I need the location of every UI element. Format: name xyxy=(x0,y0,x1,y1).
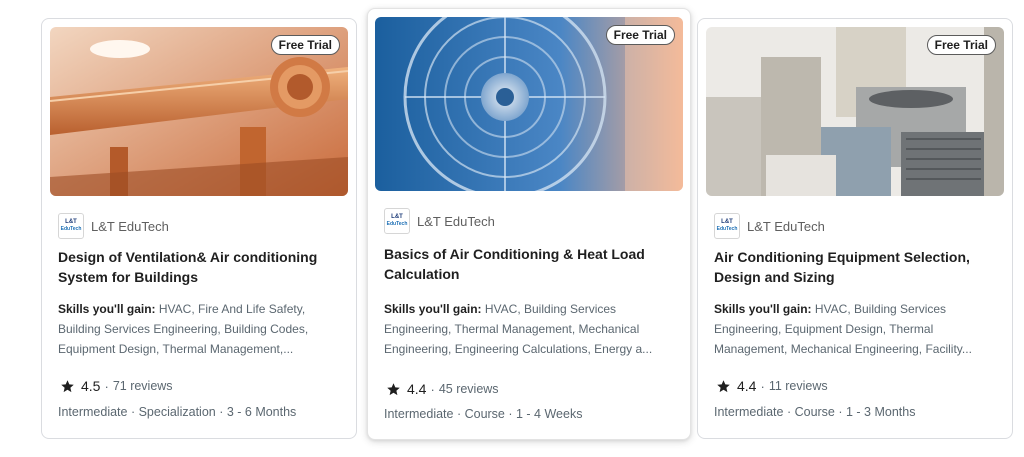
free-trial-badge: Free Trial xyxy=(270,35,340,55)
ac-units-image: Free Trial xyxy=(706,27,1004,196)
rating: 4.4 · 45 reviews xyxy=(386,381,499,397)
industrial-fan-image: Free Trial xyxy=(375,17,683,191)
skills: Skills you'll gain: HVAC, Building Servi… xyxy=(384,299,674,359)
rating-value: 4.4 xyxy=(737,378,757,394)
separator: · xyxy=(104,378,109,394)
course-card[interactable]: Free Trial L&T EduTech L&T EduTech Desig… xyxy=(41,18,357,439)
separator: · xyxy=(430,381,435,397)
partner-logo: L&T EduTech xyxy=(384,208,410,234)
course-title[interactable]: Air Conditioning Equipment Selection, De… xyxy=(714,247,999,287)
rating: 4.4 · 11 reviews xyxy=(716,378,828,394)
review-count: 45 reviews xyxy=(438,382,499,396)
rating: 4.5 · 71 reviews xyxy=(60,378,173,394)
skills: Skills you'll gain: HVAC, Fire And Life … xyxy=(58,299,323,359)
partner: L&T EduTech L&T EduTech xyxy=(58,213,169,239)
skills-label: Skills you'll gain: xyxy=(58,302,156,316)
partner-logo: L&T EduTech xyxy=(58,213,84,239)
course-meta: Intermediate · Specialization · 3 - 6 Mo… xyxy=(58,405,297,419)
course-card[interactable]: Free Trial L&T EduTech L&T EduTech Air C… xyxy=(697,18,1013,439)
partner-logo: L&T EduTech xyxy=(714,213,740,239)
course-title[interactable]: Basics of Air Conditioning & Heat Load C… xyxy=(384,244,664,284)
free-trial-badge: Free Trial xyxy=(605,25,675,45)
star-icon xyxy=(61,379,74,392)
partner-name: L&T EduTech xyxy=(417,213,495,229)
ventilation-ducts-image: Free Trial xyxy=(50,27,348,196)
course-meta: Intermediate · Course · 1 - 3 Months xyxy=(714,405,916,419)
star-icon xyxy=(717,379,730,392)
review-count: 11 reviews xyxy=(768,379,828,393)
separator: · xyxy=(760,378,765,394)
course-card[interactable]: Free Trial L&T EduTech L&T EduTech Basic… xyxy=(367,8,691,440)
skills: Skills you'll gain: HVAC, Building Servi… xyxy=(714,299,999,359)
partner: L&T EduTech L&T EduTech xyxy=(714,213,825,239)
course-title[interactable]: Design of Ventilation& Air conditioning … xyxy=(58,247,328,287)
partner-name: L&T EduTech xyxy=(747,218,825,234)
star-icon xyxy=(387,382,400,395)
rating-value: 4.4 xyxy=(407,381,427,397)
skills-label: Skills you'll gain: xyxy=(714,302,812,316)
course-meta: Intermediate · Course · 1 - 4 Weeks xyxy=(384,407,583,421)
skills-label: Skills you'll gain: xyxy=(384,302,482,316)
partner: L&T EduTech L&T EduTech xyxy=(384,208,495,234)
review-count: 71 reviews xyxy=(112,379,173,393)
free-trial-badge: Free Trial xyxy=(926,35,996,55)
rating-value: 4.5 xyxy=(81,378,101,394)
partner-name: L&T EduTech xyxy=(91,218,169,234)
